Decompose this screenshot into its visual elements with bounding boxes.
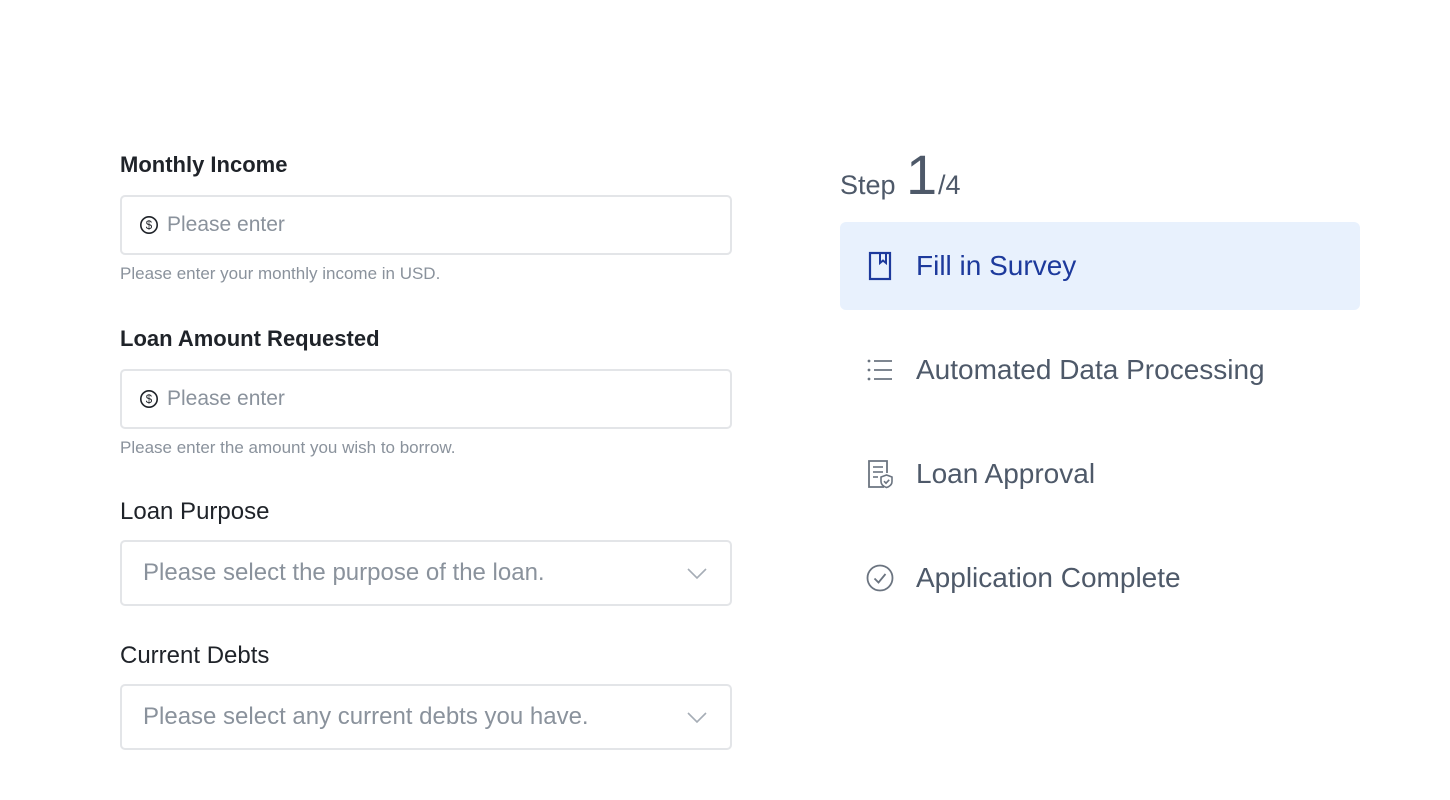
loan-purpose-placeholder: Please select the purpose of the loan. [143, 559, 545, 586]
step-fill-in-survey[interactable]: Fill in Survey [840, 222, 1360, 310]
svg-text:$: $ [146, 394, 153, 406]
bookmark-icon [864, 250, 896, 282]
current-debts-placeholder: Please select any current debts you have… [143, 703, 589, 730]
loan-purpose-select[interactable]: Please select the purpose of the loan. [120, 540, 732, 606]
loan-amount-input[interactable] [167, 379, 707, 419]
monthly-income-label: Monthly Income [120, 152, 288, 177]
step-label: Application Complete [916, 562, 1181, 593]
dollar-circle-icon: $ [139, 389, 159, 409]
monthly-income-input[interactable] [167, 205, 707, 245]
loan-amount-hint: Please enter the amount you wish to borr… [120, 438, 456, 457]
svg-text:$: $ [146, 220, 153, 232]
step-current-number: 1 [906, 143, 938, 206]
step-label: Automated Data Processing [916, 354, 1265, 385]
current-debts-label: Current Debts [120, 642, 270, 669]
loan-amount-label: Loan Amount Requested [120, 326, 380, 351]
step-total: /4 [938, 170, 961, 200]
monthly-income-hint: Please enter your monthly income in USD. [120, 264, 441, 283]
list-icon [864, 354, 896, 386]
document-check-icon [864, 458, 896, 490]
loan-application-page: Monthly Income $ Please enter your month… [0, 0, 1450, 800]
loan-amount-field[interactable]: $ [120, 369, 732, 429]
monthly-income-field[interactable]: $ [120, 195, 732, 255]
check-circle-icon [864, 562, 896, 594]
current-debts-select[interactable]: Please select any current debts you have… [120, 684, 732, 750]
step-label: Fill in Survey [916, 250, 1077, 281]
step-automated-data-processing[interactable]: Automated Data Processing [840, 326, 1360, 414]
step-word: Step [840, 170, 896, 200]
dollar-circle-icon: $ [139, 215, 159, 235]
loan-purpose-label: Loan Purpose [120, 498, 270, 525]
chevron-down-icon [686, 562, 708, 584]
step-application-complete[interactable]: Application Complete [840, 534, 1360, 622]
step-loan-approval[interactable]: Loan Approval [840, 430, 1360, 518]
step-label: Loan Approval [916, 458, 1096, 489]
chevron-down-icon [686, 706, 708, 728]
